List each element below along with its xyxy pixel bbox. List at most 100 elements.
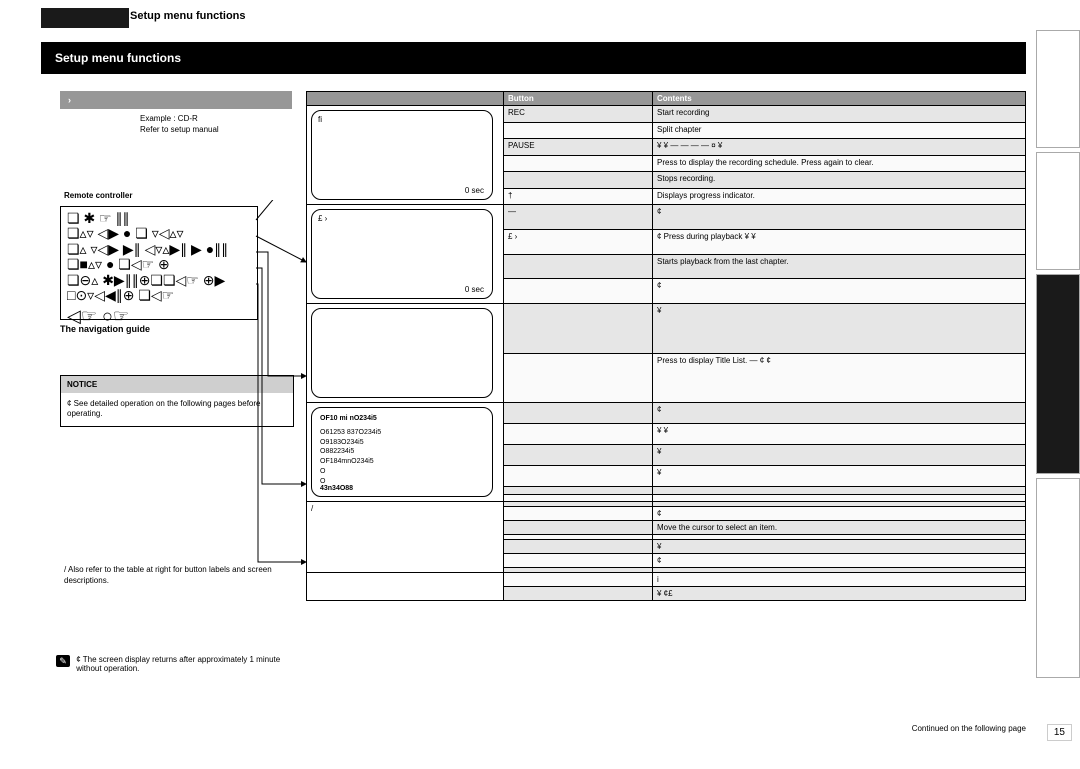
cell-button: PAUSE bbox=[504, 139, 653, 156]
cell-contents: ¥ ¥ — — — — ¤ ¥ bbox=[653, 139, 1026, 156]
remote-graphic: ❏ ✱ ☞ ∥∥ ❏▵▿ ◁▶ ● ❏ ▿◁▵▿ ❏▵ ▿◁▶ ▶∥ ◁▿▵▶∥… bbox=[60, 206, 258, 320]
col-button: Button bbox=[504, 92, 653, 106]
tip-text: ¢ The screen display returns after appro… bbox=[72, 655, 286, 673]
preview-list-title: OF10 mi nO234i5 bbox=[320, 414, 381, 424]
preview-list-item: OF184mnO234i5 bbox=[320, 457, 381, 467]
col-contents: Contents bbox=[653, 92, 1026, 106]
screen-cell: fi 0 sec bbox=[307, 106, 504, 205]
cell-contents: Press to display the recording schedule.… bbox=[653, 155, 1026, 172]
cell-button bbox=[504, 573, 653, 587]
sidebar: › Example : CD-R Refer to setup manual R… bbox=[60, 91, 292, 202]
preview-list-item: O9183O234i5 bbox=[320, 438, 381, 448]
screen-cell: OF10 mi nO234i5 O61253 837O234i5O9183O234… bbox=[307, 403, 504, 502]
notice-body: ¢ See detailed operation on the followin… bbox=[61, 393, 293, 426]
cell-button bbox=[504, 487, 653, 495]
cell-contents: ¢ bbox=[653, 205, 1026, 230]
cell-button bbox=[504, 424, 653, 445]
preview-list-bottom: 43n34O88 bbox=[320, 485, 353, 492]
cell-contents: ¢ bbox=[653, 403, 1026, 424]
page-number: 15 bbox=[1047, 724, 1072, 741]
cell-button bbox=[504, 353, 653, 403]
page-root: Setup menu functions Setup menu function… bbox=[0, 0, 1080, 769]
cell-contents: i bbox=[653, 573, 1026, 587]
preview-list-item: O882234i5 bbox=[320, 447, 381, 457]
cell-button bbox=[504, 466, 653, 487]
remote-row-6: □⊙▿◁◀∥⊕ ❏◁☞ bbox=[67, 288, 257, 303]
cell-contents: ¥ ¢£ bbox=[653, 587, 1026, 601]
cell-button: REC bbox=[504, 106, 653, 123]
remote-row-2: ❏▵▿ ◁▶ ● ❏ ▿◁▵▿ bbox=[67, 226, 257, 241]
tip: ✎ ¢ The screen display returns after app… bbox=[56, 655, 286, 673]
table-row: ¥ bbox=[307, 304, 1026, 354]
sidebar-intro-1: Example : CD-R bbox=[140, 113, 292, 124]
sidebar-intro-2: Refer to setup manual bbox=[140, 124, 292, 135]
preview-right: 0 sec bbox=[465, 186, 484, 195]
header-bar: Setup menu functions bbox=[41, 42, 1026, 74]
sidebar-heading-marker: › bbox=[68, 95, 71, 105]
cell-button bbox=[504, 155, 653, 172]
settings-table: ButtonContentsfi0 secRECStart recordingS… bbox=[306, 91, 1026, 601]
screen-preview: OF10 mi nO234i5 O61253 837O234i5O9183O234… bbox=[311, 407, 493, 497]
remote-row-3: ❏▵ ▿◁▶ ▶∥ ◁▿▵▶∥ ▶ ●∥∥ bbox=[67, 242, 257, 257]
preview-list-item: O bbox=[320, 467, 381, 477]
table-row: fi0 secRECStart recording bbox=[307, 106, 1026, 123]
cell-contents bbox=[653, 487, 1026, 495]
cell-button bbox=[504, 507, 653, 521]
notice-heading: NOTICE bbox=[61, 376, 293, 393]
table-row: £ ›0 sec—¢ bbox=[307, 205, 1026, 230]
cell-button bbox=[504, 279, 653, 304]
table-row: i bbox=[307, 573, 1026, 587]
notice-box: NOTICE ¢ See detailed operation on the f… bbox=[60, 375, 294, 427]
table-row: OF10 mi nO234i5O61253 837O234i5O9183O234… bbox=[307, 403, 1026, 424]
side-tab-2[interactable] bbox=[1036, 152, 1080, 270]
cell-button: — bbox=[504, 205, 653, 230]
side-tab-rail bbox=[1036, 30, 1080, 749]
preview-list-item: O61253 837O234i5 bbox=[320, 428, 381, 438]
cell-button bbox=[504, 122, 653, 139]
cell-button bbox=[504, 172, 653, 189]
cell-button bbox=[504, 521, 653, 535]
screen-cell bbox=[307, 304, 504, 403]
preview-right: 0 sec bbox=[465, 285, 484, 294]
cell-button bbox=[504, 445, 653, 466]
cell-contents: ¥ ¥ bbox=[653, 424, 1026, 445]
cell-contents: ¥ bbox=[653, 445, 1026, 466]
settings-grid: ButtonContentsfi0 secRECStart recordingS… bbox=[306, 91, 1026, 601]
cell-button: † bbox=[504, 188, 653, 205]
side-tab-4[interactable] bbox=[1036, 478, 1080, 678]
remote-row-1: ❏ ✱ ☞ ∥∥ bbox=[67, 211, 257, 226]
side-tab-1[interactable] bbox=[1036, 30, 1080, 148]
cell-button bbox=[504, 587, 653, 601]
cell-button bbox=[504, 403, 653, 424]
cell-button bbox=[504, 254, 653, 279]
cell-contents: ¢ bbox=[653, 554, 1026, 568]
cell-contents: ¥ bbox=[653, 304, 1026, 354]
cell-contents: Move the cursor to select an item. bbox=[653, 521, 1026, 535]
cell-button: £ › bbox=[504, 229, 653, 254]
cell-button bbox=[504, 540, 653, 554]
footnote-continued: Continued on the following page bbox=[912, 724, 1026, 733]
cell-contents: Starts playback from the last chapter. bbox=[653, 254, 1026, 279]
header-title: Setup menu functions bbox=[130, 10, 246, 22]
remote-box-label: Remote controller bbox=[64, 191, 292, 200]
preview-corner: fi bbox=[318, 115, 322, 124]
cell-contents: ¥ bbox=[653, 540, 1026, 554]
preview-list: OF10 mi nO234i5 O61253 837O234i5O9183O234… bbox=[320, 414, 381, 487]
screen-preview bbox=[311, 308, 493, 398]
side-tab-3[interactable] bbox=[1036, 274, 1080, 474]
tip-icon: ✎ bbox=[56, 655, 70, 667]
header-bar-text: Setup menu functions bbox=[41, 42, 1026, 65]
nav-guide-title: The navigation guide bbox=[60, 324, 150, 334]
cell-contents: ¢ Press during playback ¥ ¥ bbox=[653, 229, 1026, 254]
remote-row-4: ❏■▵▿ ● ❏◁☞ ⊕ bbox=[67, 257, 257, 272]
screen-preview: £ › 0 sec bbox=[311, 209, 493, 299]
cell-contents bbox=[653, 494, 1026, 502]
remote-row-5: ❏⊖▵ ✱▶∥∥⊕❏❏◁☞ ⊕▶ bbox=[67, 273, 257, 288]
screen-preview: fi 0 sec bbox=[311, 110, 493, 200]
preview-corner: £ › bbox=[318, 214, 327, 223]
cell-button bbox=[504, 494, 653, 502]
cell-button bbox=[504, 304, 653, 354]
col-screen bbox=[307, 92, 504, 106]
cell-contents: Start recording bbox=[653, 106, 1026, 123]
cell-contents: Displays progress indicator. bbox=[653, 188, 1026, 205]
